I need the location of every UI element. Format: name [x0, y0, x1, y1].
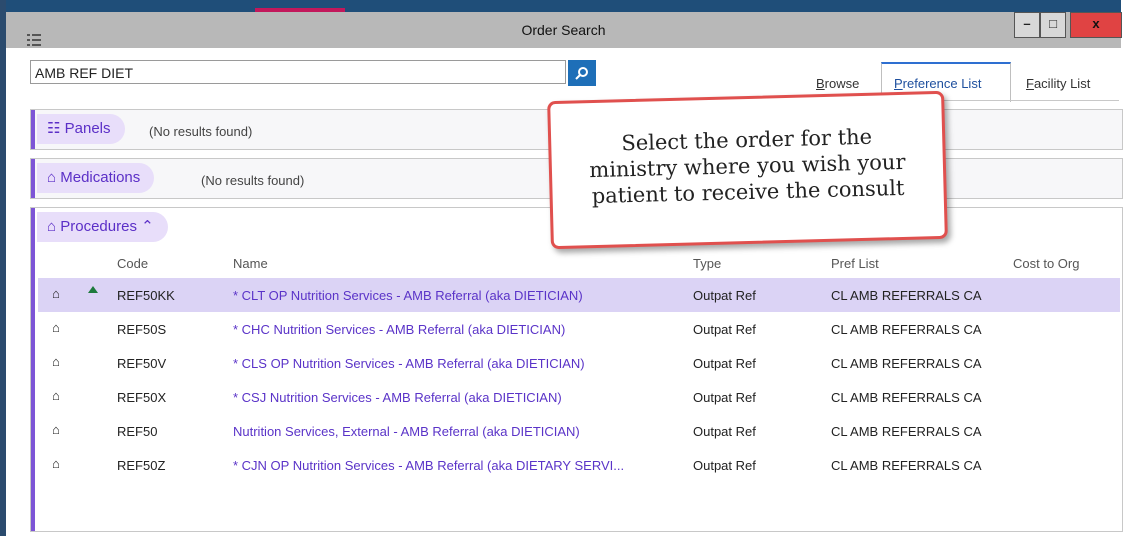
search-input[interactable]: AMB REF DIET [30, 60, 566, 84]
home-icon: ⌂ [52, 422, 60, 437]
table-row[interactable]: ⌂ REF50X * CSJ Nutrition Services - AMB … [38, 380, 1120, 414]
medications-status: (No results found) [201, 173, 305, 188]
tab-browse[interactable]: Browse [816, 76, 859, 91]
row-type: Outpat Ref [693, 356, 756, 371]
sort-indicator-icon [88, 286, 98, 293]
row-type: Outpat Ref [693, 288, 756, 303]
home-icon: ⌂ [52, 456, 60, 471]
medications-header[interactable]: ⌂ Medications [37, 163, 155, 193]
table-row[interactable]: ⌂ REF50S * CHC Nutrition Services - AMB … [38, 312, 1120, 346]
panels-status: (No results found) [149, 124, 253, 139]
row-code: REF50V [117, 356, 167, 371]
close-button[interactable]: x [1070, 12, 1122, 38]
procedures-header[interactable]: ⌂ Procedures ⌃ [37, 212, 168, 242]
row-name[interactable]: * CLT OP Nutrition Services - AMB Referr… [233, 288, 583, 303]
row-name[interactable]: Nutrition Services, External - AMB Refer… [233, 424, 580, 439]
table-row[interactable]: ⌂ REF50KK * CLT OP Nutrition Services - … [38, 278, 1120, 312]
row-code: REF50 [117, 424, 158, 439]
section-accent [31, 110, 35, 149]
row-pref-list: CL AMB REFERRALS CA [831, 288, 982, 303]
row-type: Outpat Ref [693, 458, 756, 473]
row-name[interactable]: * CHC Nutrition Services - AMB Referral … [233, 322, 565, 337]
row-code: REF50S [117, 322, 167, 337]
section-accent [31, 208, 35, 531]
window-top-strip [6, 0, 1121, 12]
row-type: Outpat Ref [693, 390, 756, 405]
tab-preference-list[interactable]: Preference List [894, 76, 981, 91]
table-row[interactable]: ⌂ REF50V * CLS OP Nutrition Services - A… [38, 346, 1120, 380]
home-icon: ⌂ [47, 218, 57, 235]
row-pref-list: CL AMB REFERRALS CA [831, 390, 982, 405]
instruction-callout: Select the order for the ministry where … [547, 90, 948, 250]
row-code: REF50KK [117, 288, 175, 303]
row-pref-list: CL AMB REFERRALS CA [831, 458, 982, 473]
home-icon: ⌂ [52, 354, 60, 369]
order-search-window: Order Search – □ x AMB REF DIET Browse P… [0, 0, 1127, 536]
medications-label: Medications [60, 169, 141, 186]
row-type: Outpat Ref [693, 322, 756, 337]
column-header-cost[interactable]: Cost to Org [1013, 256, 1079, 271]
row-pref-list: CL AMB REFERRALS CA [831, 424, 982, 439]
home-icon: ⌂ [52, 286, 60, 301]
column-header-type[interactable]: Type [693, 256, 721, 271]
tab-facility-list[interactable]: Facility List [1026, 76, 1090, 91]
column-header-code[interactable]: Code [117, 256, 148, 271]
row-pref-list: CL AMB REFERRALS CA [831, 356, 982, 371]
minimize-button[interactable]: – [1014, 12, 1040, 38]
procedures-label: Procedures [60, 218, 137, 235]
home-icon: ⌂ [52, 320, 60, 335]
window-title: Order Search [521, 22, 606, 38]
row-pref-list: CL AMB REFERRALS CA [831, 322, 982, 337]
row-code: REF50Z [117, 458, 166, 473]
window-frame-left [0, 0, 6, 536]
panels-header[interactable]: ☷ Panels [37, 114, 125, 144]
row-type: Outpat Ref [693, 424, 756, 439]
search-button[interactable] [568, 60, 596, 86]
table-row[interactable]: ⌂ REF50 Nutrition Services, External - A… [38, 414, 1120, 448]
search-icon [575, 67, 588, 80]
panels-icon: ☷ [47, 120, 61, 137]
section-accent [31, 159, 35, 198]
row-name[interactable]: * CSJ Nutrition Services - AMB Referral … [233, 390, 562, 405]
column-header-pref-list[interactable]: Pref List [831, 256, 879, 271]
row-name[interactable]: * CJN OP Nutrition Services - AMB Referr… [233, 458, 624, 473]
column-header-name[interactable]: Name [233, 256, 268, 271]
row-name[interactable]: * CLS OP Nutrition Services - AMB Referr… [233, 356, 585, 371]
maximize-button[interactable]: □ [1040, 12, 1066, 38]
table-row[interactable]: ⌂ REF50Z * CJN OP Nutrition Services - A… [38, 448, 1120, 482]
home-icon: ⌂ [47, 169, 57, 186]
panels-label: Panels [64, 120, 111, 137]
row-code: REF50X [117, 390, 167, 405]
home-icon: ⌂ [52, 388, 60, 403]
double-chevron-up-icon[interactable]: ⌃ [141, 218, 154, 235]
